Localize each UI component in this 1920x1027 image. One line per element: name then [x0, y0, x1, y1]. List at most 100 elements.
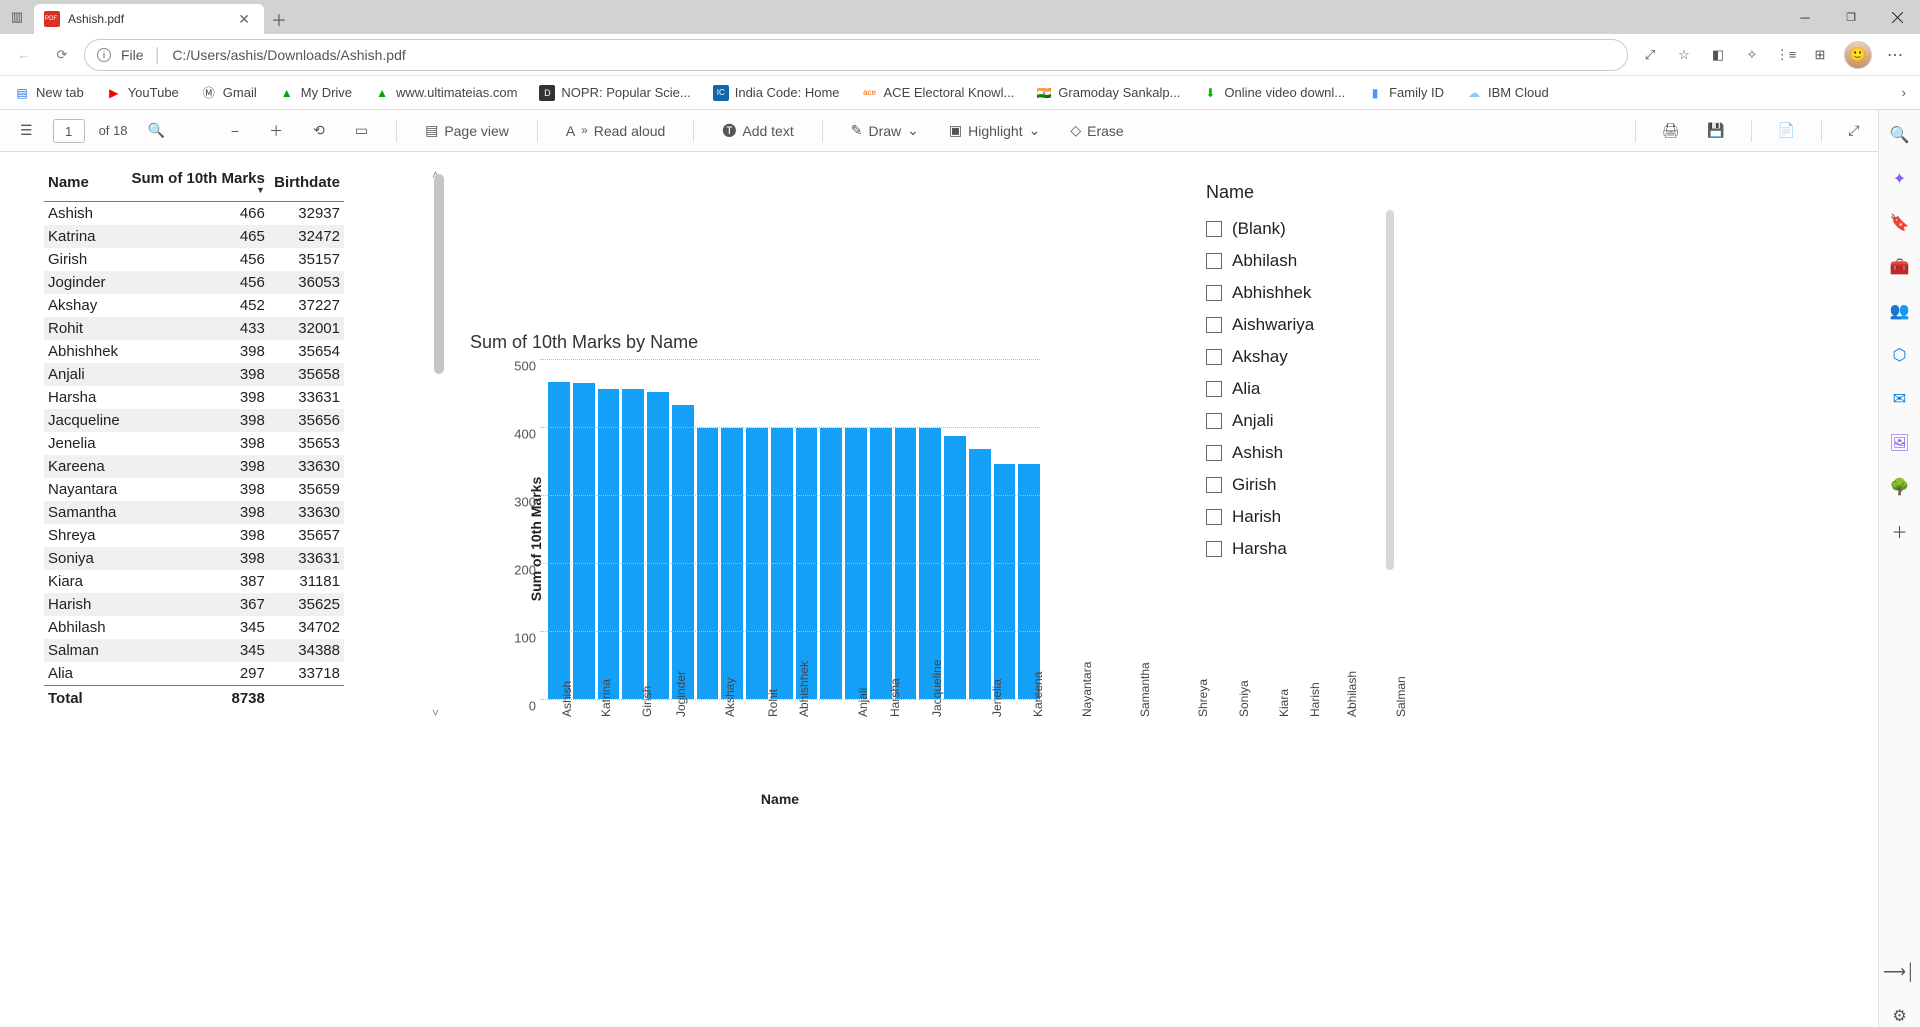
back-button[interactable]: ← [8, 39, 40, 71]
settings-menu-button[interactable]: ⋯ [1886, 45, 1906, 65]
col-birthdate[interactable]: Birthdate [269, 166, 344, 202]
bookmark-item[interactable]: ▲My Drive [279, 85, 352, 101]
checkbox[interactable] [1206, 317, 1222, 333]
highlight-button[interactable]: ▣ Highlight ⌄ [943, 118, 1046, 143]
bookmark-item[interactable]: ▲www.ultimateias.com [374, 85, 517, 101]
col-name[interactable]: Name [44, 166, 125, 202]
chevron-down-icon[interactable]: ⌄ [1029, 122, 1041, 139]
tools-icon[interactable]: 🧰 [1889, 256, 1911, 278]
outlook-icon[interactable]: ✉ [1889, 388, 1911, 410]
rotate-button[interactable]: ⟲ [307, 118, 331, 143]
page-number-input[interactable]: 1 [53, 119, 85, 143]
slicer-option[interactable]: (Blank) [1206, 213, 1386, 245]
table-row[interactable]: Kareena39833630 [44, 455, 344, 478]
table-row[interactable]: Shreya39835657 [44, 524, 344, 547]
table-row[interactable]: Jenelia39835653 [44, 432, 344, 455]
table-row[interactable]: Abhilash34534702 [44, 616, 344, 639]
slicer-option[interactable]: Ashish [1206, 437, 1386, 469]
extension-icon[interactable]: ◧ [1708, 45, 1728, 65]
scrollbar-thumb[interactable] [434, 174, 444, 374]
site-info-icon[interactable]: i [97, 48, 111, 62]
checkbox[interactable] [1206, 381, 1222, 397]
favorite-icon[interactable]: ☆ [1674, 45, 1694, 65]
slicer-option[interactable]: Anjali [1206, 405, 1386, 437]
table-scrollbar[interactable]: ˄ ˅ [434, 174, 448, 714]
table-row[interactable]: Harsha39833631 [44, 386, 344, 409]
table-row[interactable]: Joginder45636053 [44, 271, 344, 294]
slicer-option[interactable]: Abhilash [1206, 245, 1386, 277]
sidebar-settings-button[interactable]: ⚙ [1889, 1005, 1911, 1027]
table-row[interactable]: Akshay45237227 [44, 294, 344, 317]
checkbox[interactable] [1206, 221, 1222, 237]
add-sidebar-button[interactable]: ＋ [1889, 520, 1911, 542]
close-tab-button[interactable]: ✕ [234, 9, 254, 30]
bookmark-item[interactable]: ⬇Online video downl... [1202, 85, 1345, 101]
table-row[interactable]: Anjali39835658 [44, 363, 344, 386]
favorites-list-icon[interactable]: ⋮≡ [1776, 45, 1796, 65]
new-tab-button[interactable]: ＋ [264, 4, 294, 34]
fit-button[interactable]: ▭ [349, 118, 374, 143]
office-icon[interactable]: ⬡ [1889, 344, 1911, 366]
save-button[interactable]: 💾 [1701, 118, 1730, 143]
slicer-option[interactable]: Harish [1206, 501, 1386, 533]
people-icon[interactable]: 👥 [1889, 300, 1911, 322]
col-marks[interactable]: Sum of 10th Marks [125, 166, 269, 202]
zoom-out-button[interactable]: − [225, 119, 245, 143]
bookmark-item[interactable]: ICIndia Code: Home [713, 85, 840, 101]
checkbox[interactable] [1206, 349, 1222, 365]
checkbox[interactable] [1206, 509, 1222, 525]
tab-actions-button[interactable]: ▥ [0, 0, 34, 34]
bookmark-item[interactable]: ⓂGmail [201, 85, 257, 101]
tag-icon[interactable]: 🔖 [1889, 212, 1911, 234]
draw-button[interactable]: ✎ Draw ⌄ [845, 118, 925, 143]
checkbox[interactable] [1206, 541, 1222, 557]
window-close-button[interactable] [1874, 0, 1920, 34]
bar[interactable] [672, 405, 694, 699]
save-as-button[interactable]: 📄 [1772, 118, 1801, 143]
profile-avatar[interactable]: 🙂 [1844, 41, 1872, 69]
bar[interactable] [647, 392, 669, 699]
browser-tab[interactable]: Ashish.pdf ✕ [34, 4, 264, 34]
bookmark-item[interactable]: aceACE Electoral Knowl... [862, 85, 1015, 101]
table-row[interactable]: Jacqueline39835656 [44, 409, 344, 432]
table-row[interactable]: Katrina46532472 [44, 225, 344, 248]
slicer-scrollbar[interactable] [1386, 210, 1394, 570]
bar[interactable] [944, 436, 966, 699]
table-row[interactable]: Abhishhek39835654 [44, 340, 344, 363]
add-text-button[interactable]: 🅣 Add text [716, 117, 799, 145]
search-icon[interactable]: 🔍 [1889, 124, 1911, 146]
checkbox[interactable] [1206, 445, 1222, 461]
bar[interactable] [969, 449, 991, 699]
print-button[interactable]: 🖨 [1656, 118, 1686, 143]
table-row[interactable]: Ashish46632937 [44, 202, 344, 226]
erase-button[interactable]: ◇ Erase [1064, 118, 1129, 143]
table-row[interactable]: Girish45635157 [44, 248, 344, 271]
toc-button[interactable]: ☰ [14, 118, 39, 143]
window-minimize-button[interactable] [1782, 0, 1828, 34]
bookmark-item[interactable]: DNOPR: Popular Scie... [539, 85, 690, 101]
bar[interactable] [548, 382, 570, 699]
refresh-button[interactable]: ⟳ [46, 39, 78, 71]
bookmark-item[interactable]: ▤New tab [14, 85, 84, 101]
table-row[interactable]: Harish36735625 [44, 593, 344, 616]
slicer-option[interactable]: Alia [1206, 373, 1386, 405]
slicer-option[interactable]: Harsha [1206, 533, 1386, 565]
collections-icon[interactable]: ⊞ [1810, 45, 1830, 65]
slicer-option[interactable]: Abhishhek [1206, 277, 1386, 309]
scroll-down-icon[interactable]: ˅ [432, 706, 439, 720]
table-row[interactable]: Rohit43332001 [44, 317, 344, 340]
address-bar[interactable]: i File │ C:/Users/ashis/Downloads/Ashish… [84, 39, 1628, 71]
slicer-option[interactable]: Akshay [1206, 341, 1386, 373]
collapse-sidebar-button[interactable]: ⟶│ [1889, 961, 1911, 983]
table-row[interactable]: Soniya39833631 [44, 547, 344, 570]
copilot-icon[interactable]: ✦ [1889, 168, 1911, 190]
puzzle-icon[interactable]: ✧ [1742, 45, 1762, 65]
read-aloud-button[interactable]: A» Read aloud [560, 119, 671, 143]
table-row[interactable]: Samantha39833630 [44, 501, 344, 524]
checkbox[interactable] [1206, 285, 1222, 301]
image-icon[interactable]: 🖼 [1889, 432, 1911, 454]
table-row[interactable]: Salman34534388 [44, 639, 344, 662]
table-row[interactable]: Alia29733718 [44, 662, 344, 686]
zoom-icon[interactable]: ⤢ [1640, 45, 1660, 65]
slicer-option[interactable]: Girish [1206, 469, 1386, 501]
